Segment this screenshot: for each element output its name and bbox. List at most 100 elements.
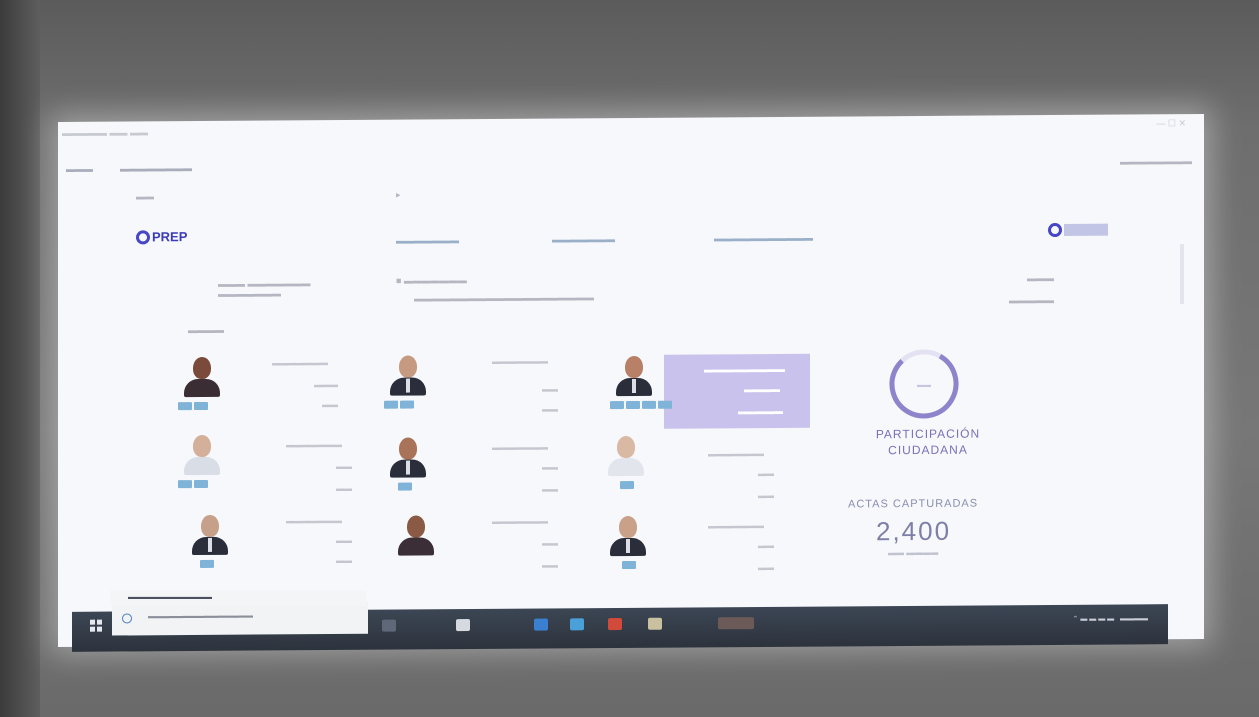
party-badge (194, 479, 208, 489)
search-box[interactable]: ▬▬▬▬▬▬▬▬▬▬▬▬▬▬▬ (112, 601, 368, 636)
prep-logo-icon (136, 229, 150, 244)
candidate-card-c6[interactable] (596, 434, 656, 494)
candidate-card-c3[interactable] (604, 354, 672, 414)
nav-link-1[interactable]: ▬▬▬▬▬▬▬ (396, 235, 459, 245)
search-placeholder: ▬▬▬▬▬▬▬▬▬▬▬▬▬▬▬ (148, 612, 253, 621)
candidate-percent-c4: ▬▬ (336, 483, 352, 494)
window-title: ▬▬▬▬▬ ▬▬ ▬▬ (62, 127, 149, 138)
candidate-percent-c9: ▬▬ (758, 563, 774, 573)
window-controls[interactable]: — ☐ ✕ (1156, 118, 1186, 129)
avatar-head (193, 356, 211, 380)
candidates-heading: ▬▬▬▬ (188, 324, 224, 336)
candidate-votes-c8: ▬▬ (542, 538, 558, 548)
breadcrumb: ▬▬ (136, 191, 154, 202)
candidate-percent-c1: ▬▬ (322, 400, 338, 410)
avatar-body (608, 457, 644, 477)
party-badges (384, 400, 414, 409)
right-filter-value[interactable]: ▬▬▬▬▬ (1009, 295, 1054, 305)
projected-screen: ▬▬▬▬▬ ▬▬ ▬▬ — ☐ ✕ ▬▬▬ ▬▬▬▬▬▬▬▬ ▬▬▬▬▬▬▬▬ … (58, 113, 1204, 648)
candidate-percent-c5: ▬▬ (542, 484, 558, 494)
menu-item-2[interactable]: ▬▬▬▬▬▬▬▬ (120, 163, 192, 174)
party-badges (200, 559, 214, 569)
menu-item-1[interactable]: ▬▬▬ (66, 164, 93, 174)
avatar-head (399, 437, 417, 460)
avatar-head (619, 515, 637, 539)
candidate-card-c5[interactable] (378, 435, 438, 495)
filter-value: ▬▬▬▬▬▬▬ (218, 288, 281, 299)
avatar-shirt (208, 537, 212, 552)
party-badge (398, 482, 412, 491)
participation-ring: ▬▬ (889, 349, 959, 419)
avatar-shirt (406, 460, 410, 475)
candidate-name-c2: ▬▬▬▬▬▬▬ (492, 356, 548, 366)
man-portrait-icon (390, 353, 426, 397)
candidate-votes-c2: ▬▬ (542, 384, 558, 394)
candidate-name-c6: ▬▬▬▬▬▬▬ (708, 449, 764, 459)
candidate-votes-c9: ▬▬ (758, 541, 774, 551)
man-portrait-icon (390, 435, 426, 479)
avatar-body (398, 537, 434, 556)
highlight-line-3: ▬▬▬▬▬ (738, 405, 783, 417)
projection-wall-edge (0, 0, 40, 717)
candidate-percent-c2: ▬▬ (542, 404, 558, 414)
institution-logo-icon (1048, 222, 1062, 238)
file-explorer-icon[interactable] (456, 619, 470, 632)
prep-logo[interactable]: PREP (136, 229, 187, 244)
participation-label: PARTICIPACIÓN CIUDADANA (853, 425, 1003, 458)
man-portrait-icon (610, 514, 646, 558)
party-badge (200, 559, 214, 569)
party-badges (178, 401, 208, 411)
party-badges (620, 480, 634, 490)
system-tray[interactable]: ⌃ ▬ ▬ ▬ ▬ ▬▬▬▬ (1073, 614, 1148, 623)
candidate-card-c7[interactable] (180, 513, 240, 573)
party-badge (194, 401, 208, 411)
party-badge (620, 480, 634, 490)
avatar-head (399, 355, 417, 378)
man-portrait-icon (608, 434, 644, 478)
candidate-card-c1[interactable] (172, 355, 232, 415)
chrome-icon[interactable] (648, 617, 662, 630)
woman-portrait-icon (184, 355, 220, 399)
active-app-icon[interactable] (718, 617, 754, 630)
scrollbar[interactable] (1180, 244, 1184, 305)
candidate-votes-c7: ▬▬ (336, 535, 352, 546)
candidate-percent-c8: ▬▬ (542, 560, 558, 570)
party-badge (178, 402, 192, 411)
taskbar: ▬▬▬▬▬▬▬▬▬▬▬▬▬▬▬ ⌃ ▬ ▬ ▬ ▬ ▬▬▬▬ (72, 601, 1168, 652)
candidate-percent-c7: ▬▬ (336, 555, 352, 566)
candidate-card-c9[interactable] (598, 514, 658, 574)
avatar-head (407, 515, 425, 538)
highlighted-candidate-panel[interactable]: ▬▬▬▬▬▬▬▬▬ ▬▬▬▬ ▬▬▬▬▬ (664, 353, 810, 429)
windows-start-icon[interactable] (90, 619, 102, 632)
candidate-votes-c1: ▬▬▬ (314, 380, 338, 390)
nav-link-3[interactable]: ▬▬▬▬▬▬▬▬▬▬▬ (714, 233, 813, 244)
participation-label-line1: PARTICIPACIÓN (875, 426, 981, 442)
candidate-card-c2[interactable] (378, 353, 438, 413)
avatar-head (617, 435, 635, 459)
party-badges (610, 400, 672, 410)
institution-logo-text (1064, 223, 1108, 236)
right-filter-label: ▬▬▬ (1027, 273, 1054, 284)
task-view-icon[interactable] (382, 619, 396, 632)
powerpoint-icon[interactable] (608, 617, 622, 631)
party-badges (622, 560, 636, 570)
man-portrait-icon (616, 354, 652, 398)
store-icon[interactable] (570, 618, 584, 631)
nav-link-2[interactable]: ▬▬▬▬▬▬▬ (552, 234, 615, 244)
party-badge (622, 560, 636, 570)
candidate-votes-c6: ▬▬ (758, 469, 774, 479)
candidate-card-c4[interactable] (172, 433, 232, 493)
participation-label-line2: CIUDADANA (888, 442, 968, 458)
avatar-head (625, 355, 643, 379)
edge-icon[interactable] (534, 618, 548, 631)
party-badge (178, 480, 192, 489)
actas-value: 2,400 (876, 515, 952, 547)
party-badge (400, 400, 414, 409)
search-suggestion-popup[interactable]: ▬▬▬▬▬▬▬▬▬▬▬▬ (110, 590, 366, 606)
highlight-line-1: ▬▬▬▬▬▬▬▬▬ (704, 363, 785, 375)
candidate-card-c8[interactable] (386, 513, 446, 573)
candidate-name-c7: ▬▬▬▬▬▬▬ (286, 516, 342, 526)
user-menu[interactable]: ▬▬▬▬▬▬▬▬ (1120, 156, 1192, 167)
avatar-head (193, 434, 211, 458)
avatar-body (184, 456, 220, 476)
